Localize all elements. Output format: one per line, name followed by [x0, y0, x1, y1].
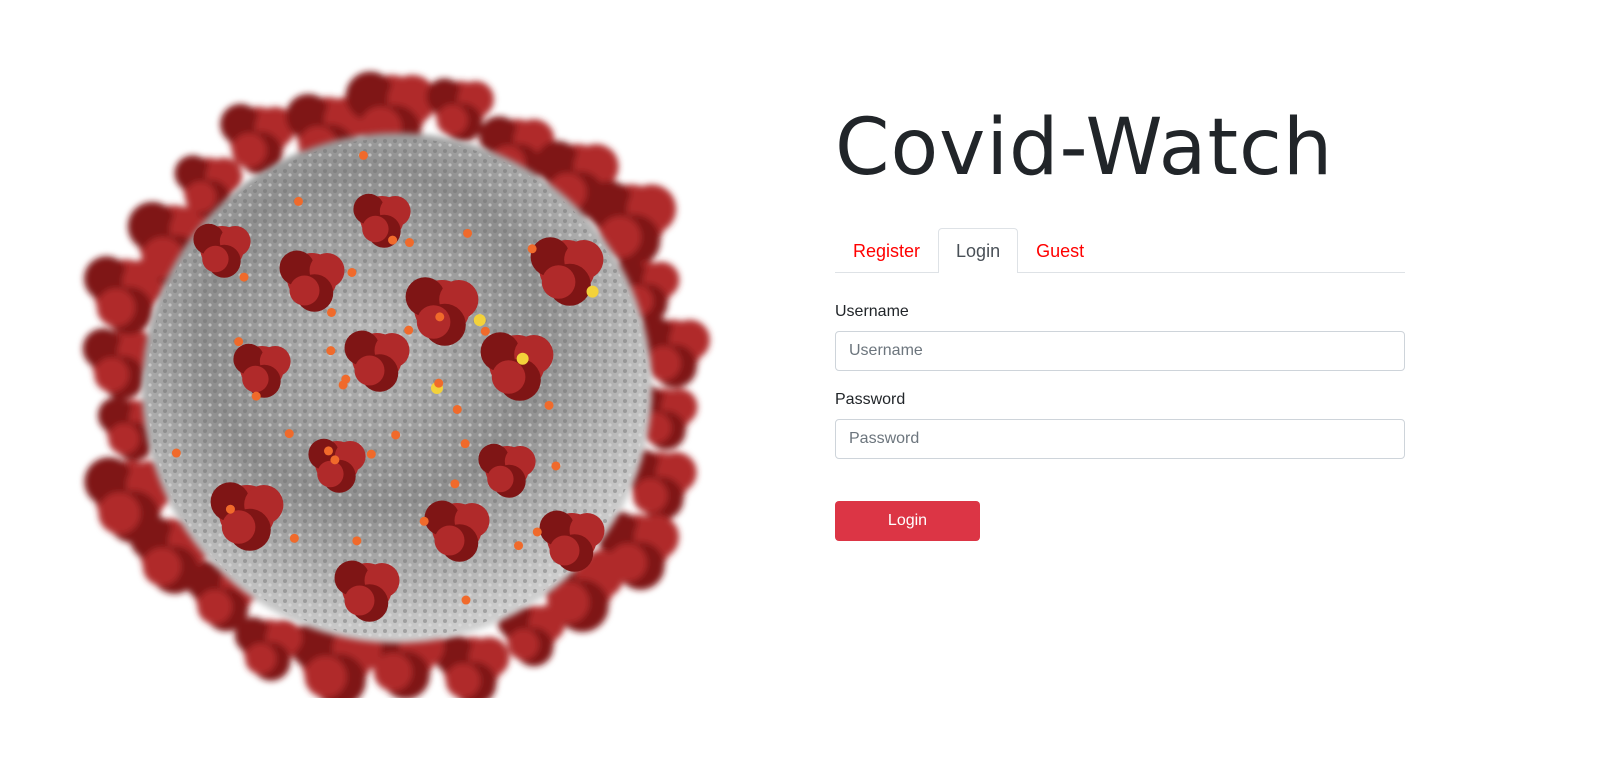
- virus-dot: [463, 228, 473, 238]
- virus-dot: [326, 307, 336, 317]
- virus-dot: [338, 380, 348, 390]
- virus-dot: [450, 479, 460, 489]
- username-label: Username: [835, 303, 909, 320]
- virus-dot: [527, 244, 537, 254]
- virus-dot: [391, 430, 401, 440]
- password-label: Password: [835, 391, 906, 408]
- virus-dot: [234, 337, 244, 347]
- virus-dot: [358, 150, 368, 160]
- app-title: Covid-Watch: [835, 103, 1334, 193]
- virus-dot: [284, 429, 294, 439]
- virus-dot: [532, 527, 542, 537]
- username-input[interactable]: [835, 331, 1405, 371]
- virus-dot: [293, 196, 303, 206]
- virus-dot: [352, 536, 362, 546]
- password-input[interactable]: [835, 419, 1405, 459]
- virus-dot: [473, 314, 486, 327]
- virus-dot: [419, 516, 429, 526]
- virus-spike: [434, 634, 510, 698]
- coronavirus-illustration: [72, 58, 722, 698]
- virus-dot: [289, 533, 299, 543]
- virus-dot: [330, 455, 340, 465]
- virus-spike: [234, 617, 303, 681]
- virus-dot: [404, 238, 414, 248]
- virus-dot: [551, 461, 561, 471]
- tab-register[interactable]: Register: [835, 229, 938, 272]
- virus-dot: [366, 449, 376, 459]
- auth-tabs: Register Login Guest: [835, 228, 1405, 273]
- virus-dot: [586, 285, 599, 298]
- virus-dot: [461, 595, 471, 605]
- virus-dot: [251, 391, 261, 401]
- login-panel: Covid-Watch Register Login Guest Usernam…: [835, 100, 1405, 541]
- virus-dot: [404, 325, 414, 335]
- virus-dot: [452, 404, 462, 414]
- tab-login[interactable]: Login: [938, 228, 1019, 273]
- virus-dot: [460, 439, 470, 449]
- virus-dot: [239, 272, 249, 282]
- virus-dot: [347, 267, 357, 277]
- virus-dot: [171, 448, 181, 458]
- virus-dot: [434, 378, 444, 388]
- coronavirus-image: [82, 71, 710, 698]
- virus-dot: [516, 352, 529, 365]
- virus-dot: [323, 446, 333, 456]
- virus-dot: [435, 312, 445, 322]
- virus-dot: [225, 504, 235, 514]
- virus-dot: [388, 235, 398, 245]
- login-button[interactable]: Login: [835, 501, 980, 541]
- virus-dot: [514, 541, 524, 551]
- virus-dot: [544, 400, 554, 410]
- tab-guest[interactable]: Guest: [1018, 229, 1102, 272]
- virus-dot: [326, 346, 336, 356]
- virus-dot: [480, 326, 490, 336]
- login-form: Username Password Login: [835, 303, 1405, 541]
